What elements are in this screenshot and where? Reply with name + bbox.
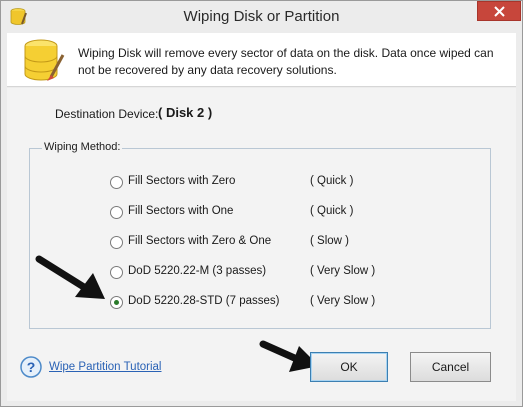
- option-label: Fill Sectors with One: [128, 205, 234, 217]
- option-dod-3-pass[interactable]: DoD 5220.22-M (3 passes) ( Very Slow ): [110, 264, 470, 280]
- wiping-method-group: Wiping Method: Fill Sectors with Zero ( …: [29, 141, 491, 329]
- option-speed: ( Slow ): [310, 235, 349, 247]
- radio-button-selected[interactable]: [110, 296, 123, 309]
- dialog-body: Destination Device: ( Disk 2 ) Wiping Me…: [7, 88, 516, 401]
- wipe-description: Wiping Disk will remove every sector of …: [78, 46, 494, 77]
- title-bar[interactable]: Wiping Disk or Partition: [1, 1, 522, 33]
- close-icon: [494, 6, 505, 17]
- help-icon[interactable]: ?: [20, 356, 42, 378]
- close-button[interactable]: [477, 1, 521, 21]
- option-speed: ( Very Slow ): [310, 265, 376, 277]
- option-speed: ( Quick ): [310, 205, 354, 217]
- option-label: DoD 5220.28-STD (7 passes): [128, 295, 280, 307]
- option-label: Fill Sectors with Zero: [128, 175, 236, 187]
- tutorial-link[interactable]: Wipe Partition Tutorial: [49, 361, 162, 373]
- destination-value: ( Disk 2 ): [158, 105, 213, 120]
- option-fill-zero[interactable]: Fill Sectors with Zero ( Quick ): [110, 174, 470, 190]
- option-dod-7-pass[interactable]: DoD 5220.28-STD (7 passes) ( Very Slow ): [110, 294, 470, 310]
- option-speed: ( Quick ): [310, 175, 354, 187]
- cancel-button[interactable]: Cancel: [410, 352, 491, 382]
- destination-label: Destination Device:: [55, 107, 159, 121]
- option-speed: ( Very Slow ): [310, 295, 376, 307]
- window-title: Wiping Disk or Partition: [183, 8, 340, 25]
- wipe-dialog-window: Wiping Disk or Partition Wiping Disk wil…: [0, 0, 523, 407]
- radio-button[interactable]: [110, 176, 123, 189]
- option-fill-zero-one[interactable]: Fill Sectors with Zero & One ( Slow ): [110, 234, 470, 250]
- option-label: DoD 5220.22-M (3 passes): [128, 265, 267, 277]
- dialog-header: Wiping Disk will remove every sector of …: [7, 33, 516, 87]
- radio-dot: [114, 300, 119, 305]
- radio-button[interactable]: [110, 236, 123, 249]
- radio-button[interactable]: [110, 206, 123, 219]
- wiping-method-legend: Wiping Method:: [42, 141, 123, 153]
- svg-text:?: ?: [27, 359, 36, 375]
- ok-button[interactable]: OK: [310, 352, 388, 382]
- option-label: Fill Sectors with Zero & One: [128, 235, 272, 247]
- annotation-arrow-icon: [35, 255, 105, 299]
- wipe-disk-icon: [24, 39, 65, 81]
- option-fill-one[interactable]: Fill Sectors with One ( Quick ): [110, 204, 470, 220]
- radio-button[interactable]: [110, 266, 123, 279]
